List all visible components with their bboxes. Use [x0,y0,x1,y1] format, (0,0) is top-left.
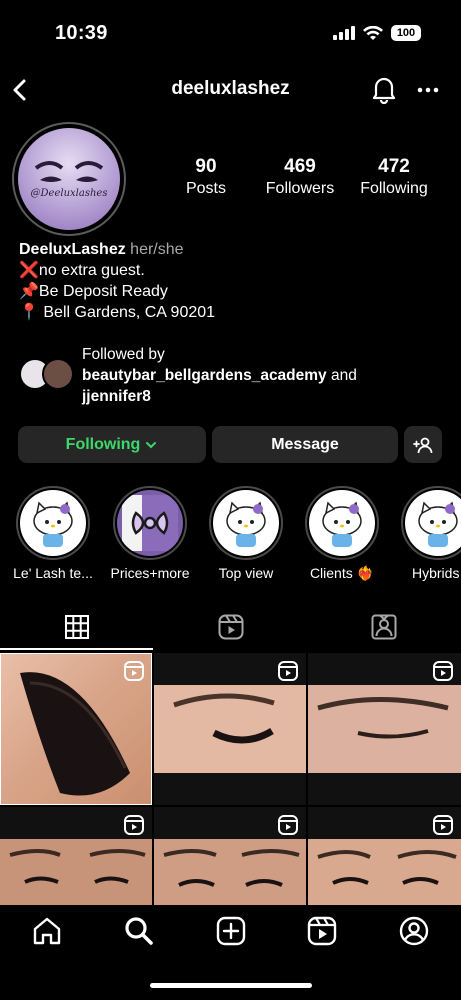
tab-posts-grid[interactable] [0,610,153,644]
tagged-icon [371,614,396,640]
hello-kitty-icon [33,501,73,547]
suggested-users-button[interactable] [404,426,442,463]
highlight-prices[interactable]: Prices+more [107,486,193,581]
follower-avatar [42,358,74,390]
reel-badge-icon [278,815,298,835]
post-thumbnail[interactable] [0,807,152,905]
pronouns: her/she [130,241,184,258]
follower-link[interactable]: jjennifer8 [82,388,151,405]
bow-icon [122,495,178,551]
highlight-hybrids[interactable]: Hybrids [395,486,461,581]
wifi-icon [363,25,383,40]
post-thumbnail[interactable] [154,653,306,805]
followed-by[interactable]: Followed by beautybar_bellgardens_academ… [82,344,357,407]
highlight-label: Clients ❤️‍🔥 [309,565,375,581]
back-arrow-icon[interactable] [10,78,30,102]
reel-badge-icon [278,661,298,681]
reel-badge-icon [433,815,453,835]
post-thumbnail[interactable] [308,807,461,905]
active-tab-indicator [0,648,153,650]
follower-link[interactable]: beautybar_bellgardens_academy [82,367,327,384]
following-button[interactable]: Following [18,426,206,463]
highlight-clients[interactable]: Clients ❤️‍🔥 [299,486,385,582]
reels-icon [218,614,243,640]
home-indicator [150,983,312,988]
search-icon[interactable] [123,915,155,947]
profile-avatar[interactable]: @Deeluxlashes [18,128,120,230]
hello-kitty-icon [226,501,266,547]
post-thumbnail[interactable] [308,653,461,805]
hello-kitty-icon [418,501,458,547]
highlight-lash-te[interactable]: Le' Lash te... [10,486,96,581]
notification-bell-icon[interactable] [370,74,398,104]
message-button[interactable]: Message [212,426,398,463]
profile-bio: DeeluxLashez her/she ❌no extra guest. 📌B… [19,239,215,323]
stat-following[interactable]: 472 Following [339,156,449,198]
tab-reels[interactable] [154,610,307,644]
reel-badge-icon [124,661,144,681]
followed-by-prefix: Followed by [82,346,165,363]
following-count: 472 [378,156,410,177]
bio-line: 📌Be Deposit Ready [19,283,168,300]
bio-line: ❌no extra guest. [19,262,145,279]
home-icon[interactable] [31,915,63,947]
chevron-down-icon [146,441,157,448]
highlight-label: Le' Lash te... [13,565,93,581]
display-name: DeeluxLashez [19,241,126,258]
create-post-icon[interactable] [215,915,247,947]
status-time: 10:39 [55,22,108,44]
reels-nav-icon[interactable] [306,915,338,947]
avatar-logo-text: @Deeluxlashes [31,188,108,199]
profile-icon[interactable] [398,915,430,947]
following-label: Following [360,180,428,197]
status-icons: 100 [333,25,421,41]
grid-icon [64,615,89,639]
highlight-label: Prices+more [110,565,190,581]
signal-icon [333,26,355,40]
highlight-top-view[interactable]: Top view [203,486,289,581]
followed-by-conj: and [326,367,357,384]
hello-kitty-icon [322,501,362,547]
post-thumbnail[interactable] [154,807,306,905]
following-button-label: Following [65,435,141,453]
reel-badge-icon [433,661,453,681]
tab-tagged[interactable] [307,610,460,644]
add-user-icon [413,437,433,453]
battery-indicator: 100 [391,25,421,41]
highlight-label: Top view [218,565,274,581]
more-options-icon[interactable] [417,80,439,100]
bio-location: 📍 Bell Gardens, CA 90201 [19,304,216,321]
reel-badge-icon [124,815,144,835]
highlight-label: Hybrids [412,565,460,581]
post-thumbnail[interactable] [0,653,152,805]
